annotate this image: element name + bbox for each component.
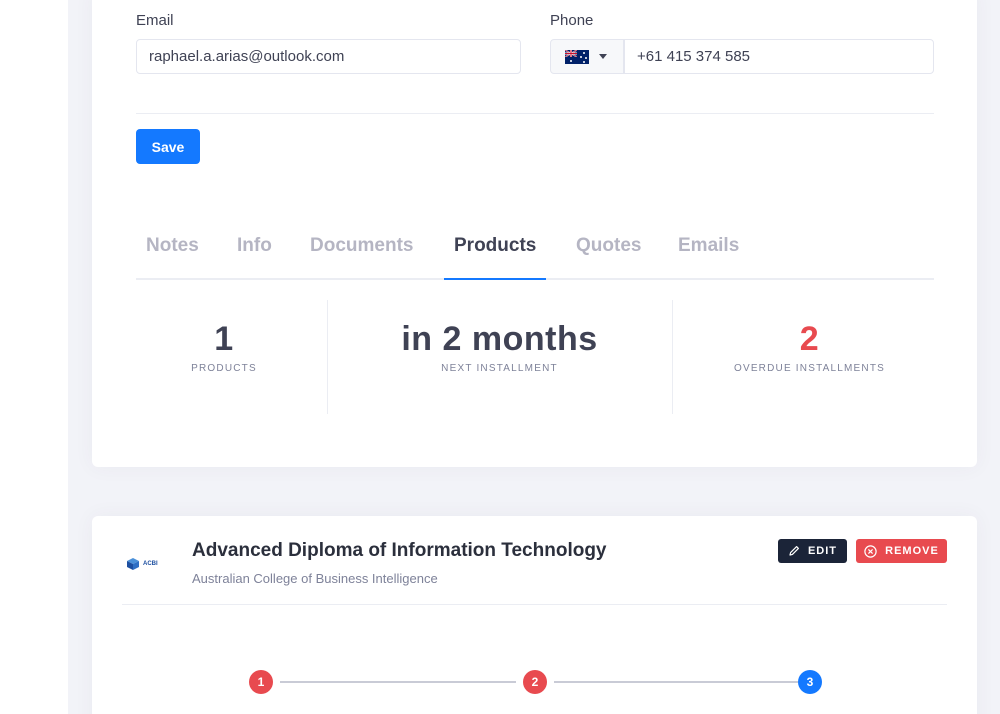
tab-documents[interactable]: Documents (310, 233, 413, 278)
stat-caption: PRODUCTS (191, 363, 257, 374)
email-field[interactable]: raphael.a.arias@outlook.com (136, 39, 521, 74)
stat-products: 1 PRODUCTS (136, 320, 312, 374)
stat-caption: NEXT INSTALLMENT (441, 363, 558, 374)
form-divider (136, 113, 934, 114)
installment-step-1[interactable]: 1 (249, 670, 273, 694)
stat-value: 1 (214, 320, 234, 358)
remove-label: REMOVE (885, 545, 939, 557)
remove-button[interactable]: REMOVE (856, 539, 947, 563)
australia-flag-icon (565, 49, 589, 64)
cube-logo-icon (127, 558, 139, 570)
product-divider (122, 604, 947, 605)
phone-value: +61 415 374 585 (637, 48, 751, 65)
phone-field[interactable]: +61 415 374 585 (624, 39, 934, 74)
institution-logo: ACBI (126, 556, 170, 572)
tab-quotes[interactable]: Quotes (576, 233, 641, 278)
tab-info[interactable]: Info (237, 233, 272, 278)
close-circle-icon (864, 544, 877, 558)
contact-card: Email raphael.a.arias@outlook.com Phone … (92, 0, 977, 467)
logo-text: ACBI (143, 561, 158, 567)
save-button[interactable]: Save (136, 129, 200, 164)
step-connector (554, 681, 798, 683)
edit-button[interactable]: EDIT (778, 539, 847, 563)
stat-value: 2 (799, 320, 820, 358)
tab-emails[interactable]: Emails (678, 233, 739, 278)
email-value: raphael.a.arias@outlook.com (149, 48, 345, 65)
stat-next-installment: in 2 months NEXT INSTALLMENT (328, 320, 671, 374)
country-code-dropdown[interactable] (550, 39, 624, 74)
tab-bar: Notes Info Documents Products Quotes Ema… (136, 233, 934, 280)
stat-overdue-installments: 2 OVERDUE INSTALLMENTS (673, 320, 946, 374)
phone-label: Phone (550, 12, 594, 29)
installment-step-2[interactable]: 2 (523, 670, 547, 694)
product-title: Advanced Diploma of Information Technolo… (192, 540, 607, 561)
stat-caption: OVERDUE INSTALLMENTS (733, 363, 886, 374)
tab-products[interactable]: Products (443, 233, 547, 280)
email-label: Email (136, 12, 174, 29)
chevron-down-icon (599, 54, 607, 59)
product-institution: Australian College of Business Intellige… (192, 571, 438, 586)
left-sidebar-edge (0, 0, 68, 714)
edit-label: EDIT (807, 545, 838, 557)
step-connector (280, 681, 516, 683)
pencil-icon (789, 546, 799, 556)
product-card: ACBI Advanced Diploma of Information Tec… (92, 516, 977, 714)
tab-notes[interactable]: Notes (146, 233, 199, 278)
installment-step-3[interactable]: 3 (798, 670, 822, 694)
stat-value: in 2 months (401, 320, 598, 358)
